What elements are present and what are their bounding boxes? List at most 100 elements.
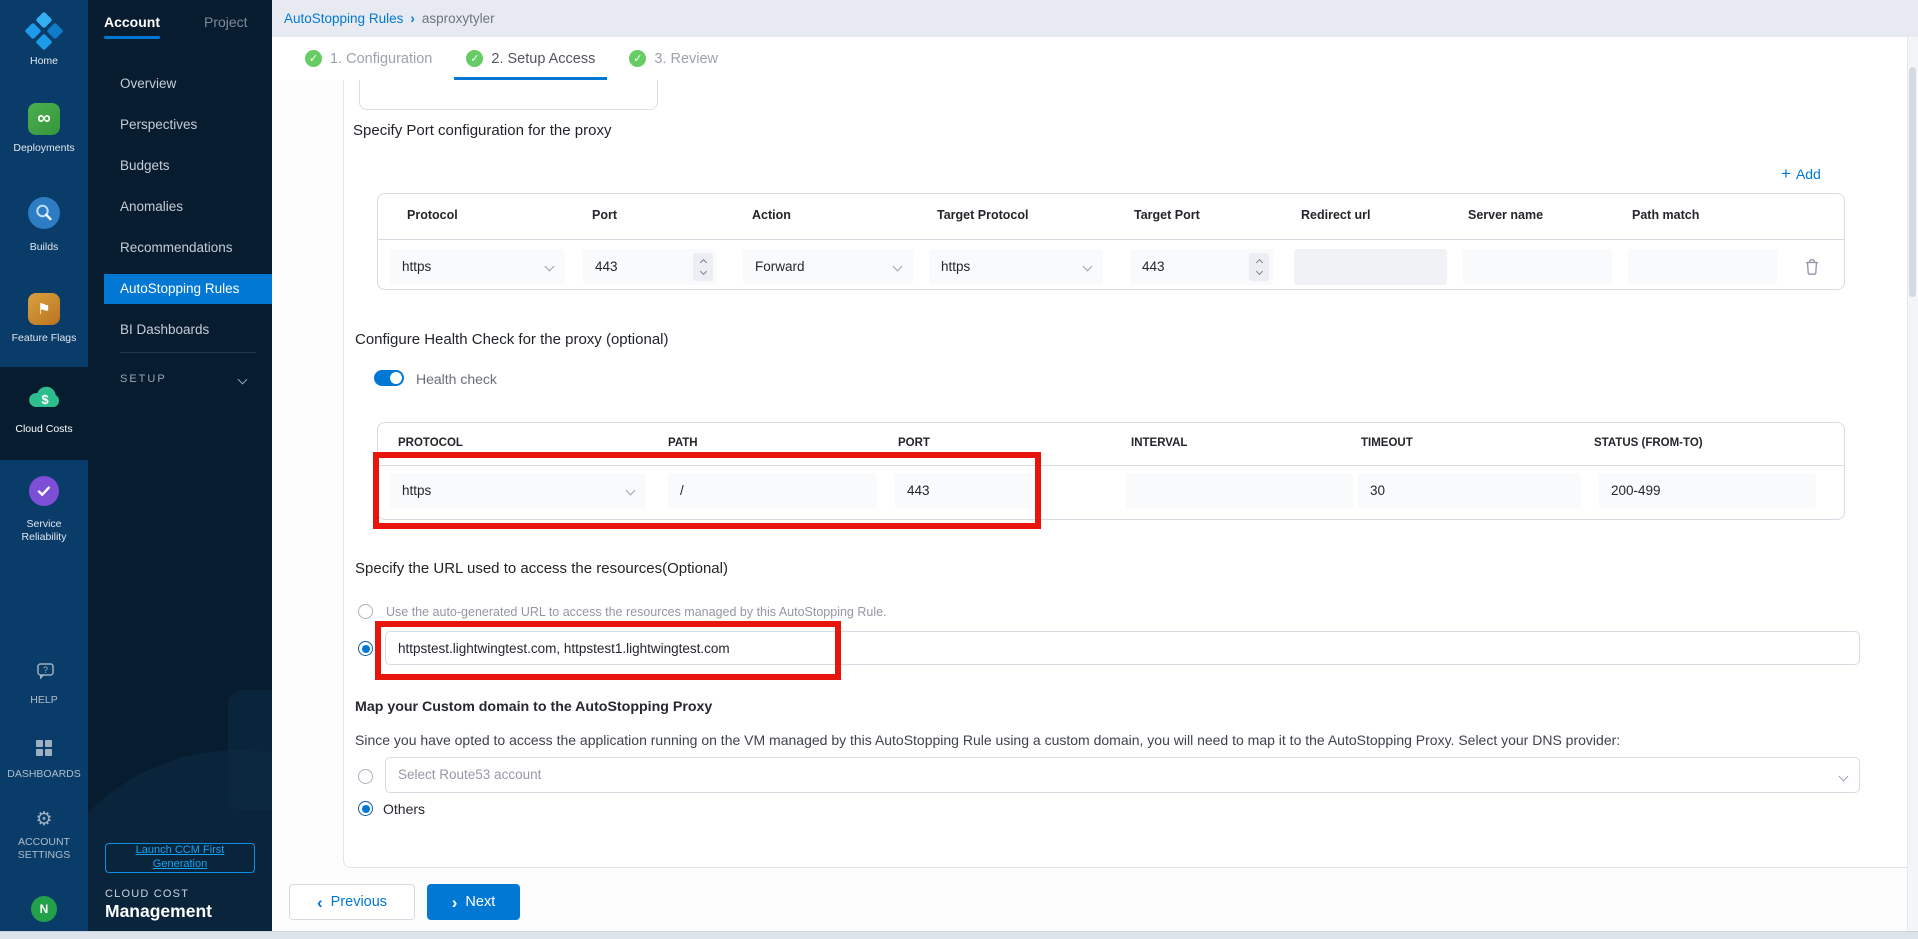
health-check-toggle[interactable] <box>374 370 404 386</box>
feature-flags-icon: ⚑ <box>28 293 60 325</box>
module-rail: Home ∞ Deployments Builds ⚑ Feature Flag… <box>0 0 88 939</box>
add-port-config-button[interactable]: + Add <box>1781 165 1821 182</box>
sidebar-item-perspectives[interactable]: Perspectives <box>88 104 272 145</box>
sidebar-setup-expander[interactable]: SETUP <box>88 373 272 385</box>
health-check-table: PROTOCOL PATH PORT INTERVAL TIMEOUT STAT… <box>377 422 1845 520</box>
sidebar-item-anomalies[interactable]: Anomalies <box>88 186 272 227</box>
next-label: Next <box>465 894 495 910</box>
deployments-icon: ∞ <box>28 103 60 135</box>
col-path-match: Path match <box>1632 208 1699 222</box>
rail-item-help[interactable]: ? HELP <box>0 663 88 707</box>
step-setup-access[interactable]: ✓ 2. Setup Access <box>466 37 595 80</box>
rail-item-label: ACCOUNT SETTINGS <box>0 836 88 862</box>
tab-project[interactable]: Project <box>204 14 248 39</box>
tab-account[interactable]: Account <box>104 14 160 39</box>
chevron-down-icon <box>1839 772 1849 782</box>
rail-item-label: Home <box>26 55 62 68</box>
rail-item-cloud-costs[interactable]: $ Cloud Costs <box>0 384 88 436</box>
help-icon: ? <box>34 663 54 687</box>
clipped-field <box>359 80 658 110</box>
hc-protocol-select[interactable]: https <box>390 473 646 509</box>
target-port-value: 443 <box>1142 259 1165 274</box>
previous-button[interactable]: ‹ Previous <box>289 884 415 920</box>
rail-item-feature-flags[interactable]: ⚑ Feature Flags <box>0 293 88 345</box>
rail-item-builds[interactable]: Builds <box>0 197 88 254</box>
check-circle-icon: ✓ <box>305 50 322 67</box>
rail-item-home[interactable]: Home <box>0 14 88 68</box>
scope-tabs: Account Project <box>88 0 272 39</box>
others-radio[interactable] <box>358 801 373 816</box>
rail-item-deployments[interactable]: ∞ Deployments <box>0 103 88 155</box>
protocol-value: https <box>402 259 431 274</box>
vertical-scrollbar[interactable] <box>1907 37 1918 931</box>
sidebar-item-bi-dashboards[interactable]: BI Dashboards <box>88 309 272 350</box>
target-port-input[interactable]: 443 <box>1130 249 1273 285</box>
rail-item-label: Builds <box>26 241 63 254</box>
col-action: Action <box>752 208 791 222</box>
number-stepper[interactable] <box>693 253 713 281</box>
step-configuration[interactable]: ✓ 1. Configuration <box>305 37 432 80</box>
port-value: 443 <box>595 259 618 274</box>
sidebar-item-autostopping-rules[interactable]: AutoStopping Rules <box>104 274 272 304</box>
col-port: PORT <box>898 437 930 449</box>
col-protocol: PROTOCOL <box>398 437 463 449</box>
route53-radio[interactable] <box>358 769 373 784</box>
step-review[interactable]: ✓ 3. Review <box>629 37 718 80</box>
user-avatar[interactable]: N <box>0 896 88 922</box>
app-window: Home ∞ Deployments Builds ⚑ Feature Flag… <box>0 0 1918 939</box>
hc-interval-input[interactable] <box>1126 473 1353 509</box>
sidebar-item-budgets[interactable]: Budgets <box>88 145 272 186</box>
svg-text:$: $ <box>41 392 49 407</box>
chevron-down-icon <box>545 262 555 272</box>
protocol-select[interactable]: https <box>390 249 565 285</box>
path-match-input[interactable] <box>1628 249 1777 285</box>
rail-item-service-reliability[interactable]: Service Reliability <box>0 476 88 544</box>
route53-account-select[interactable]: Select Route53 account <box>385 757 1860 793</box>
rail-item-dashboards[interactable]: DASHBOARDS <box>0 740 88 781</box>
product-eyebrow: CLOUD COST <box>105 888 189 900</box>
target-protocol-select[interactable]: https <box>929 249 1103 285</box>
server-name-input[interactable] <box>1463 249 1612 285</box>
service-reliability-icon <box>29 476 59 511</box>
rail-item-label: Cloud Costs <box>11 423 76 436</box>
hc-port-input[interactable]: 443 <box>895 473 1033 509</box>
cloud-costs-icon: $ <box>26 384 62 416</box>
hc-port-value: 443 <box>907 483 930 498</box>
wizard-steps: ✓ 1. Configuration ✓ 2. Setup Access ✓ 3… <box>272 37 1918 80</box>
port-input[interactable]: 443 <box>583 249 717 285</box>
action-select[interactable]: Forward <box>743 249 913 285</box>
col-status-from-to: STATUS (FROM-TO) <box>1594 437 1703 449</box>
hc-timeout-input[interactable]: 30 <box>1358 473 1581 509</box>
col-target-protocol: Target Protocol <box>937 208 1028 222</box>
redirect-url-input[interactable] <box>1294 249 1447 285</box>
hc-path-input[interactable]: / <box>668 473 877 509</box>
horizontal-scrollbar[interactable] <box>0 931 1918 939</box>
check-circle-icon: ✓ <box>466 50 483 67</box>
auto-url-radio[interactable] <box>358 604 373 619</box>
ccm-sidebar: Account Project Overview Perspectives Bu… <box>88 0 272 939</box>
number-stepper[interactable] <box>1249 253 1269 281</box>
hc-status-input[interactable]: 200-499 <box>1599 473 1816 509</box>
launch-ccm-first-gen-button[interactable]: Launch CCM First Generation <box>105 843 255 873</box>
step-label: 3. Review <box>654 51 718 67</box>
step-label: 2. Setup Access <box>491 51 595 67</box>
target-protocol-value: https <box>941 259 970 274</box>
breadcrumb-parent-link[interactable]: AutoStopping Rules <box>284 11 403 26</box>
rail-item-account-settings[interactable]: ⚙ ACCOUNT SETTINGS <box>0 810 88 862</box>
port-config-heading: Specify Port configuration for the proxy <box>353 122 611 139</box>
sidebar-item-recommendations[interactable]: Recommendations <box>88 227 272 268</box>
rail-item-label: DASHBOARDS <box>3 768 85 781</box>
health-check-toggle-label: Health check <box>416 371 497 387</box>
custom-url-input[interactable] <box>385 631 1860 665</box>
setup-label: SETUP <box>120 373 167 385</box>
col-server-name: Server name <box>1468 208 1543 222</box>
next-button[interactable]: › Next <box>427 884 520 920</box>
chevron-down-icon <box>893 262 903 272</box>
main-content: AutoStopping Rules › asproxytyler ✓ 1. C… <box>272 0 1918 939</box>
vertical-scrollbar-thumb[interactable] <box>1909 67 1916 297</box>
gear-icon: ⚙ <box>35 810 52 829</box>
custom-url-radio[interactable] <box>358 641 373 656</box>
sidebar-item-overview[interactable]: Overview <box>88 63 272 104</box>
delete-row-icon[interactable] <box>1804 258 1822 278</box>
chevron-right-icon: › <box>410 11 415 26</box>
